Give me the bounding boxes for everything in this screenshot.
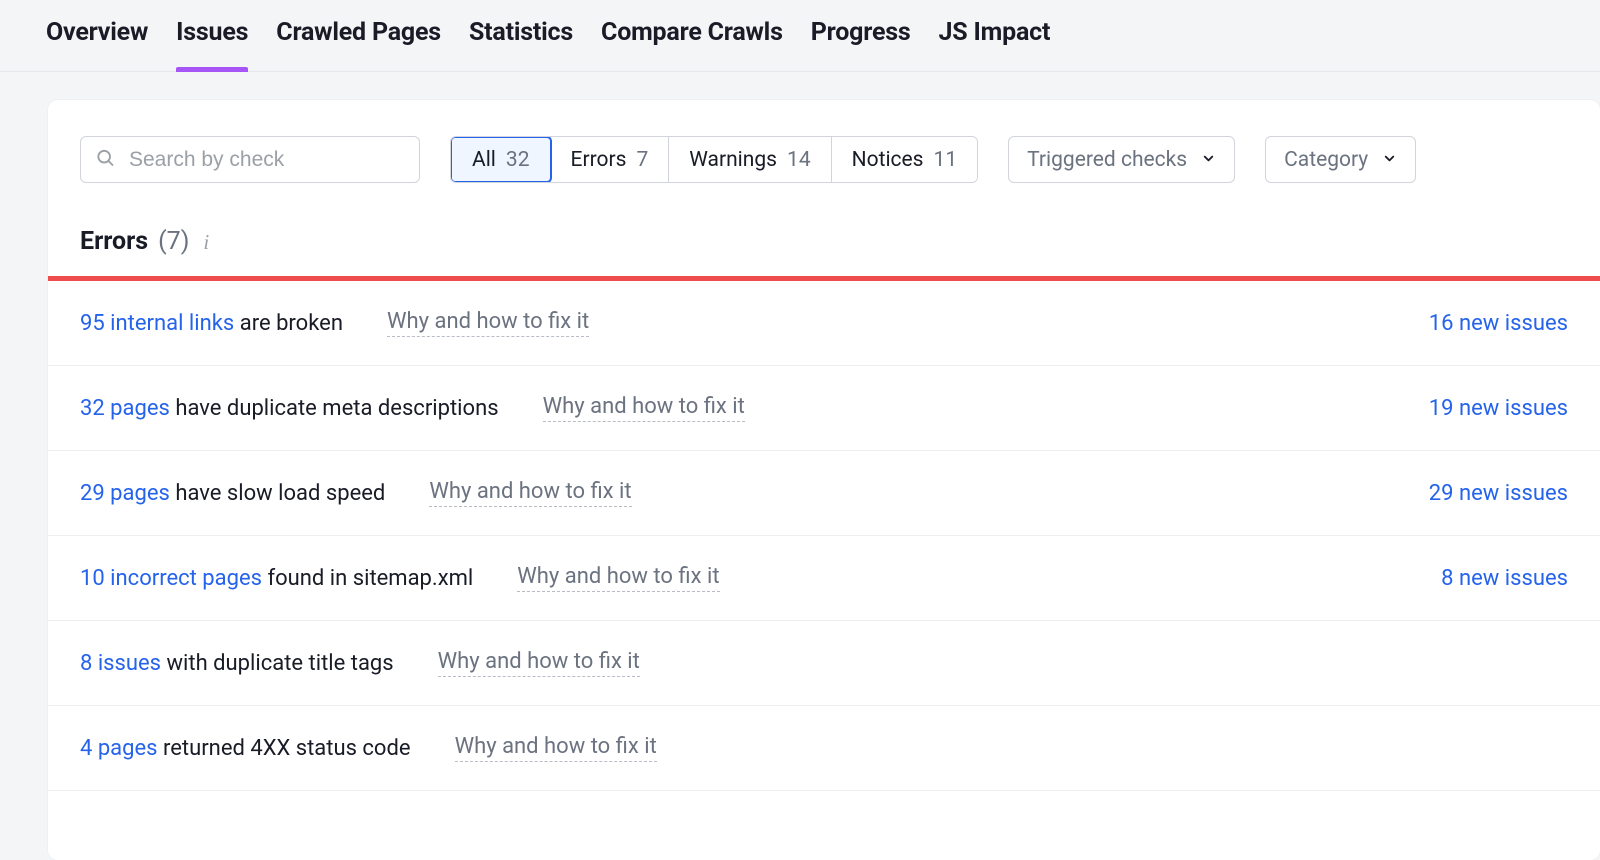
toolbar: All 32 Errors 7 Warnings 14 Notices 11 T… <box>48 100 1600 183</box>
filter-errors[interactable]: Errors 7 <box>551 137 670 182</box>
issue-text: 32 pages have duplicate meta description… <box>80 396 499 421</box>
issue-row: 10 incorrect pages found in sitemap.xml … <box>48 536 1600 621</box>
issue-text: 95 internal links are broken <box>80 311 343 336</box>
filter-all[interactable]: All 32 <box>450 136 552 183</box>
filter-warnings[interactable]: Warnings 14 <box>669 137 831 182</box>
issue-row: 4 pages returned 4XX status code Why and… <box>48 706 1600 791</box>
issue-link[interactable]: 95 internal links <box>80 311 234 336</box>
why-and-how-link[interactable]: Why and how to fix it <box>517 564 719 592</box>
section-count: (7) <box>158 227 189 256</box>
main-tabs: Overview Issues Crawled Pages Statistics… <box>0 0 1600 72</box>
why-and-how-link[interactable]: Why and how to fix it <box>455 734 657 762</box>
issue-description: are broken <box>234 311 343 336</box>
filter-label: All <box>472 148 496 172</box>
filter-notices[interactable]: Notices 11 <box>832 137 978 182</box>
issue-link[interactable]: 8 issues <box>80 651 161 676</box>
tab-js-impact[interactable]: JS Impact <box>939 18 1051 71</box>
filter-label: Errors <box>571 148 627 172</box>
issue-text: 29 pages have slow load speed <box>80 481 385 506</box>
chevron-down-icon <box>1382 148 1397 172</box>
issue-row: 32 pages have duplicate meta description… <box>48 366 1600 451</box>
category-dropdown[interactable]: Category <box>1265 136 1416 183</box>
issue-row: 95 internal links are broken Why and how… <box>48 281 1600 366</box>
issue-description: returned 4XX status code <box>158 736 411 761</box>
filter-count: 14 <box>787 148 811 172</box>
issue-link[interactable]: 10 incorrect pages <box>80 566 262 591</box>
issue-link[interactable]: 32 pages <box>80 396 170 421</box>
issues-card: All 32 Errors 7 Warnings 14 Notices 11 T… <box>48 100 1600 860</box>
search-icon <box>95 147 115 172</box>
filter-count: 32 <box>506 148 530 172</box>
search-wrapper <box>80 136 420 183</box>
issue-row: 8 issues with duplicate title tags Why a… <box>48 621 1600 706</box>
filter-label: Warnings <box>689 148 777 172</box>
issue-description: found in sitemap.xml <box>262 566 473 591</box>
tab-progress[interactable]: Progress <box>811 18 911 71</box>
tab-overview[interactable]: Overview <box>46 18 148 71</box>
search-input[interactable] <box>80 136 420 183</box>
info-icon[interactable]: i <box>199 230 209 255</box>
issue-description: have duplicate meta descriptions <box>170 396 499 421</box>
new-issues-link[interactable]: 8 new issues <box>1441 566 1568 591</box>
severity-filter: All 32 Errors 7 Warnings 14 Notices 11 <box>450 136 978 183</box>
issue-text: 10 incorrect pages found in sitemap.xml <box>80 566 473 591</box>
filter-count: 11 <box>934 148 958 172</box>
issue-link[interactable]: 4 pages <box>80 736 158 761</box>
issue-description: have slow load speed <box>170 481 385 506</box>
new-issues-link[interactable]: 16 new issues <box>1429 311 1568 336</box>
tab-statistics[interactable]: Statistics <box>469 18 573 71</box>
issue-text: 8 issues with duplicate title tags <box>80 651 394 676</box>
issue-text: 4 pages returned 4XX status code <box>80 736 411 761</box>
why-and-how-link[interactable]: Why and how to fix it <box>543 394 745 422</box>
tab-issues[interactable]: Issues <box>176 18 248 71</box>
issue-row: 29 pages have slow load speed Why and ho… <box>48 451 1600 536</box>
filter-label: Notices <box>852 148 924 172</box>
why-and-how-link[interactable]: Why and how to fix it <box>438 649 640 677</box>
new-issues-link[interactable]: 29 new issues <box>1429 481 1568 506</box>
filter-count: 7 <box>636 148 648 172</box>
tab-compare-crawls[interactable]: Compare Crawls <box>601 18 783 71</box>
why-and-how-link[interactable]: Why and how to fix it <box>387 309 589 337</box>
issue-link[interactable]: 29 pages <box>80 481 170 506</box>
issue-description: with duplicate title tags <box>161 651 394 676</box>
new-issues-link[interactable]: 19 new issues <box>1429 396 1568 421</box>
why-and-how-link[interactable]: Why and how to fix it <box>429 479 631 507</box>
dropdown-label: Triggered checks <box>1027 148 1187 172</box>
section-title: Errors <box>80 227 148 256</box>
chevron-down-icon <box>1201 148 1216 172</box>
triggered-checks-dropdown[interactable]: Triggered checks <box>1008 136 1235 183</box>
dropdown-label: Category <box>1284 148 1368 172</box>
errors-section-header: Errors (7) i <box>48 183 1600 276</box>
tab-crawled-pages[interactable]: Crawled Pages <box>276 18 441 71</box>
